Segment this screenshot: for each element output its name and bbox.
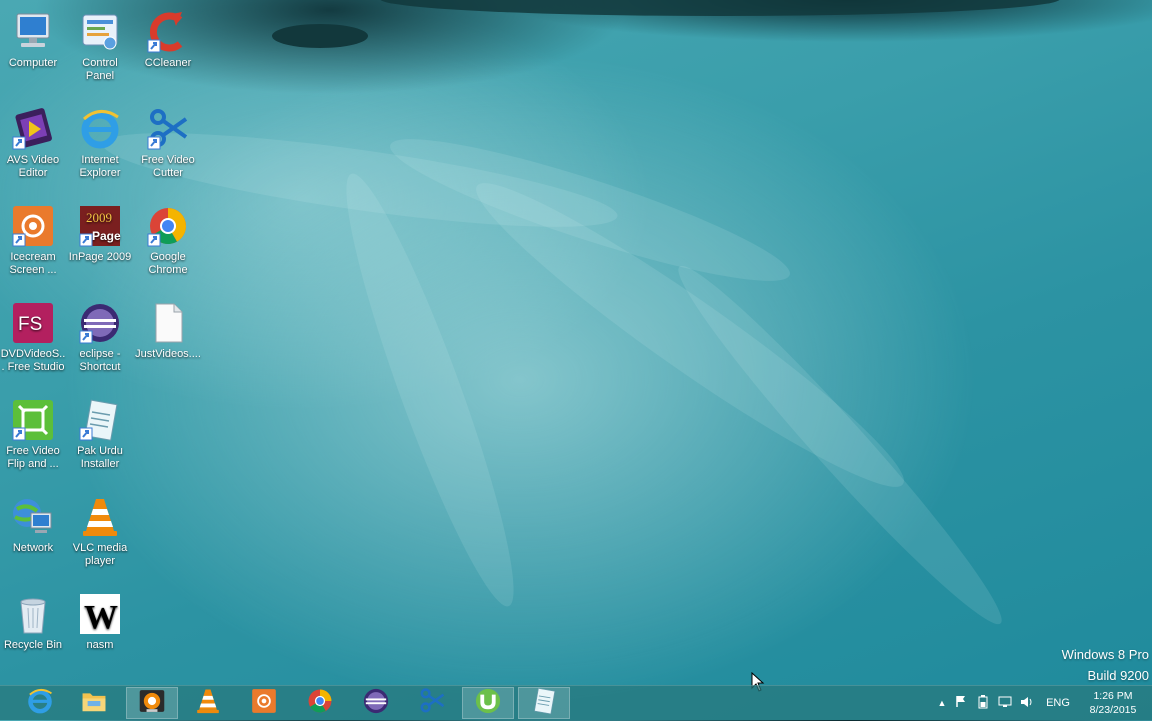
taskbar-chrome[interactable] xyxy=(294,687,346,719)
desktop-icon-label: Free Video Cutter xyxy=(141,154,195,179)
taskbar-utorrent[interactable] xyxy=(462,687,514,719)
desktop-icon-label: DVDVideoS... Free Studio xyxy=(0,348,66,373)
desktop-icon-free-studio[interactable]: FS DVDVideoS... Free Studio xyxy=(0,301,66,374)
desktop-icon-justvideos[interactable]: JustVideos.... xyxy=(135,301,201,361)
desktop-icon-network[interactable]: Network xyxy=(0,495,66,555)
icecream-icon xyxy=(251,688,277,719)
scissors-icon xyxy=(418,687,446,720)
desktop-icon-label: Computer xyxy=(8,57,58,69)
network-icon xyxy=(11,495,55,539)
desktop-icon-label: VLC media player xyxy=(72,542,128,567)
desktop-icon-icecream-screen[interactable]: Icecream Screen ... xyxy=(0,204,66,277)
ccleaner-icon xyxy=(146,10,190,54)
desktop-icon-label: InPage 2009 xyxy=(68,251,132,263)
desktop-icon-label: AVS Video Editor xyxy=(6,154,60,179)
desktop-icon-google-chrome[interactable]: Google Chrome xyxy=(135,204,201,277)
desktop-icon-avs-video-editor[interactable]: AVS Video Editor xyxy=(0,107,66,180)
desktop-icon-internet-explorer[interactable]: Internet Explorer xyxy=(67,107,133,180)
internet-explorer-icon xyxy=(26,687,54,720)
desktop-icon-label: Recycle Bin xyxy=(3,639,63,651)
scissors-icon xyxy=(146,107,190,151)
flip-icon xyxy=(11,398,55,442)
desktop-icon-label: CCleaner xyxy=(144,57,192,69)
desktop-icon-vlc[interactable]: VLC media player xyxy=(67,495,133,568)
document-icon xyxy=(146,301,190,345)
desktop-icon-recycle-bin[interactable]: Recycle Bin xyxy=(0,592,66,652)
desktop-icon-label: JustVideos.... xyxy=(135,348,201,360)
action-center-flag-icon[interactable] xyxy=(950,695,972,711)
avs-video-editor-icon xyxy=(11,107,55,151)
control-panel-icon xyxy=(78,10,122,54)
icecream-icon xyxy=(11,204,55,248)
inpage-icon: 2009 Page xyxy=(78,204,122,248)
desktop-icon-label: Icecream Screen ... xyxy=(9,251,57,276)
vlc-icon xyxy=(194,687,222,720)
recycle-bin-icon xyxy=(11,592,55,636)
taskbar-internet-explorer[interactable] xyxy=(14,687,66,719)
desktop-icon-nasm[interactable]: W nasm xyxy=(67,592,133,652)
windows-edition-line: Windows 8 Pro xyxy=(1061,647,1149,662)
chrome-icon xyxy=(306,687,334,720)
utorrent-icon xyxy=(474,687,502,720)
vlc-icon xyxy=(78,495,122,539)
desktop-icon-label: Pak Urdu Installer xyxy=(77,445,123,470)
taskbar-vlc[interactable] xyxy=(182,687,234,719)
windows-build-line: Build 9200 xyxy=(1087,668,1149,683)
desktop-icon-free-video-cutter[interactable]: Free Video Cutter xyxy=(135,107,201,180)
taskbar-media-player[interactable] xyxy=(126,687,178,719)
desktop-icon-ccleaner[interactable]: CCleaner xyxy=(135,10,201,70)
internet-explorer-icon xyxy=(78,107,122,151)
desktop-icon-control-panel[interactable]: Control Panel xyxy=(67,10,133,83)
media-player-icon xyxy=(137,686,167,721)
chrome-icon xyxy=(146,204,190,248)
desktop-icon-label: Free Video Flip and ... xyxy=(6,445,60,470)
desktop-icon-pak-urdu-installer[interactable]: Pak Urdu Installer xyxy=(67,398,133,471)
desktop-icon-label: eclipse - Shortcut xyxy=(79,348,121,373)
nasm-glyph: W xyxy=(84,599,118,636)
free-studio-icon: FS xyxy=(11,301,55,345)
desktop-icon-label: Internet Explorer xyxy=(79,154,121,179)
desktop-icon-label: Network xyxy=(12,542,54,554)
clock-date: 8/23/2015 xyxy=(1089,704,1137,716)
desktop-icon-label: Google Chrome xyxy=(148,251,188,276)
desktop-icon-computer[interactable]: Computer xyxy=(0,10,66,70)
volume-speaker-icon[interactable] xyxy=(1016,696,1038,711)
system-tray: ▲ ENG xyxy=(934,686,1078,720)
desktop-icon-inpage[interactable]: 2009 Page InPage 2009 xyxy=(67,204,133,264)
taskbar: ▲ ENG 1:26 PM 8/23/2015 xyxy=(0,685,1152,720)
taskbar-eclipse[interactable] xyxy=(350,687,402,719)
eclipse-icon xyxy=(78,301,122,345)
notepad-icon xyxy=(530,687,558,720)
inpage-glyph: Page xyxy=(92,229,121,243)
svg-text:2009: 2009 xyxy=(86,210,112,225)
show-hidden-icons-chevron-up-icon[interactable]: ▲ xyxy=(934,698,950,708)
desktop-icon-eclipse[interactable]: eclipse - Shortcut xyxy=(67,301,133,374)
taskbar-file-explorer[interactable] xyxy=(68,687,120,719)
desktop-icon-label: nasm xyxy=(86,639,114,651)
taskbar-icecream[interactable] xyxy=(238,687,290,719)
nasm-icon: W xyxy=(78,592,122,636)
taskbar-free-video-cutter[interactable] xyxy=(406,687,458,719)
language-indicator[interactable]: ENG xyxy=(1038,697,1078,709)
taskbar-notepad[interactable] xyxy=(518,687,570,719)
computer-icon xyxy=(11,10,55,54)
desktop-icon-label: Control Panel xyxy=(82,57,118,82)
eclipse-icon xyxy=(362,687,390,720)
notepad-icon xyxy=(78,398,122,442)
file-explorer-icon xyxy=(80,687,108,720)
desktop-icon-free-video-flip[interactable]: Free Video Flip and ... xyxy=(0,398,66,471)
taskbar-clock[interactable]: 1:26 PM 8/23/2015 xyxy=(1080,689,1146,717)
wallpaper-shore xyxy=(380,0,1060,16)
clock-time: 1:26 PM xyxy=(1093,690,1133,702)
wallpaper-rock xyxy=(272,24,368,48)
free-studio-glyph: FS xyxy=(18,314,42,335)
power-battery-icon[interactable] xyxy=(972,694,994,712)
network-status-icon[interactable] xyxy=(994,696,1016,711)
